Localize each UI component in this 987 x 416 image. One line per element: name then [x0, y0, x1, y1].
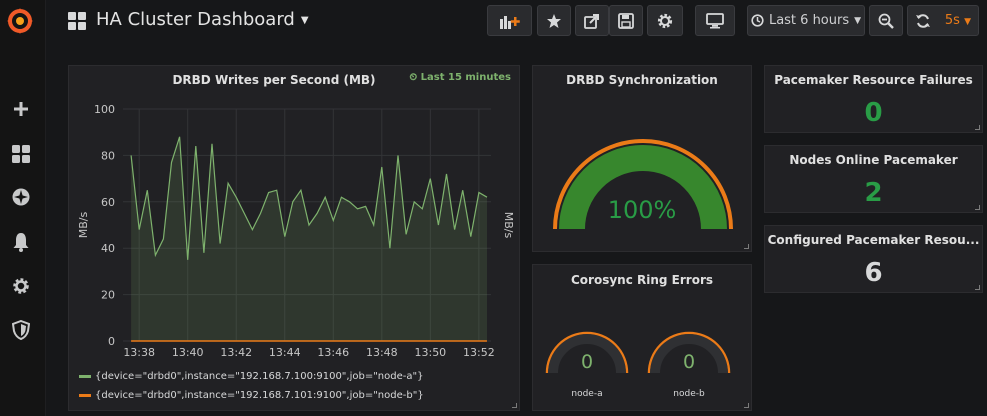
panel-title[interactable]: DRBD Synchronization [533, 73, 751, 87]
y-tick-label: 40 [101, 242, 115, 255]
gear-icon[interactable] [8, 273, 34, 299]
compass-icon[interactable] [8, 184, 34, 210]
dashboard-title-text: HA Cluster Dashboard [96, 9, 295, 30]
panel-title[interactable]: Nodes Online Pacemaker [765, 153, 982, 167]
x-tick-label: 13:52 [463, 346, 495, 359]
grafana-logo[interactable] [5, 6, 35, 36]
y-tick-label: 80 [101, 149, 115, 162]
resize-handle[interactable] [975, 285, 980, 290]
x-tick-label: 13:38 [123, 346, 155, 359]
bell-icon[interactable] [8, 229, 34, 255]
clock-icon [751, 14, 764, 27]
settings-icon [656, 12, 674, 30]
x-tick-label: 13:42 [220, 346, 252, 359]
zoom-out-icon [878, 13, 894, 29]
configured-resources-panel: Configured Pacemaker Resou... 6 [764, 225, 983, 293]
y-tick-label: 60 [101, 196, 115, 209]
x-tick-label: 13:40 [172, 346, 204, 359]
corosync-panel: Corosync Ring Errors 0 0 node-a node-b [532, 264, 752, 411]
panel-title[interactable]: Pacemaker Resource Failures [765, 73, 982, 87]
drbd-sync-panel: DRBD Synchronization 100% [532, 65, 752, 252]
x-tick-label: 13:44 [269, 346, 301, 359]
x-tick-label: 13:46 [317, 346, 349, 359]
refresh-button[interactable]: 5s ▼ [907, 5, 979, 36]
plus-icon[interactable] [8, 96, 34, 122]
panel-title[interactable]: Configured Pacemaker Resou... [765, 233, 982, 247]
x-tick-label: 13:50 [414, 346, 446, 359]
add-panel-icon [499, 13, 520, 29]
y-axis-label-right: MB/s [502, 212, 515, 239]
star-icon [546, 13, 562, 29]
legend-item-node-a[interactable]: {device="drbd0",instance="192.168.7.100:… [79, 371, 423, 382]
legend-label: {device="drbd0",instance="192.168.7.100:… [95, 371, 424, 382]
tv-mode-button[interactable] [695, 5, 735, 36]
legend-label: {device="drbd0",instance="192.168.7.101:… [95, 390, 424, 401]
chevron-down-icon: ▼ [854, 15, 862, 26]
resize-handle[interactable] [744, 244, 749, 249]
refresh-icon [915, 13, 931, 29]
graph-area[interactable]: 0 20 40 60 80 100 13:38 13:40 13:42 13:44 13:46 13:… [69, 96, 521, 396]
y-tick-label: 100 [94, 103, 115, 116]
y-tick-label: 0 [108, 335, 115, 348]
node-a-label: node-a [571, 389, 603, 399]
time-range-picker[interactable]: Last 6 hours ▼ [747, 5, 865, 36]
stat-value: 2 [864, 178, 883, 208]
resize-handle[interactable] [512, 403, 517, 408]
tv-icon [706, 12, 724, 29]
sidebar [0, 0, 46, 416]
stat-value: 6 [864, 258, 883, 288]
node-a-value: 0 [580, 351, 594, 373]
clock-icon: ⏲ [409, 72, 418, 83]
share-button[interactable] [575, 5, 609, 36]
resource-failures-panel: Pacemaker Resource Failures 0 [764, 65, 983, 133]
dashboard-title[interactable]: HA Cluster Dashboard ▼ [96, 9, 309, 30]
shield-icon[interactable] [8, 317, 34, 343]
x-tick-label: 13:48 [366, 346, 398, 359]
node-b-label: node-b [673, 389, 705, 399]
dashboard-grid-icon [68, 12, 86, 30]
legend-item-node-b[interactable]: {device="drbd0",instance="192.168.7.101:… [79, 390, 424, 401]
share-icon [584, 13, 600, 29]
series-node-a-area [131, 136, 487, 341]
save-icon [618, 12, 634, 29]
add-panel-button[interactable] [487, 5, 532, 36]
y-tick-label: 20 [101, 289, 115, 302]
sync-gauge [553, 139, 733, 230]
save-button[interactable] [609, 5, 643, 36]
nodes-online-panel: Nodes Online Pacemaker 2 [764, 145, 983, 213]
settings-button[interactable] [647, 5, 683, 36]
node-b-value: 0 [682, 351, 696, 373]
time-info: ⏲ Last 15 minutes [409, 72, 511, 83]
legend-swatch [79, 393, 91, 397]
dashboards-icon[interactable] [8, 141, 34, 167]
resize-handle[interactable] [975, 125, 980, 130]
drbd-writes-panel: DRBD Writes per Second (MB) ⏲ Last 15 mi… [68, 65, 520, 411]
sync-value: 100% [607, 196, 677, 224]
resize-handle[interactable] [744, 403, 749, 408]
time-info-text: Last 15 minutes [420, 72, 511, 83]
refresh-interval[interactable]: 5s ▼ [945, 13, 971, 28]
resize-handle[interactable] [975, 205, 980, 210]
chevron-down-icon: ▼ [964, 17, 972, 27]
refresh-interval-label: 5s [944, 13, 960, 28]
time-range-label: Last 6 hours [768, 13, 850, 28]
panel-title[interactable]: Corosync Ring Errors [533, 273, 751, 287]
stat-value: 0 [864, 98, 883, 128]
y-axis-label-left: MB/s [77, 211, 90, 238]
chevron-down-icon: ▼ [300, 14, 309, 26]
star-button[interactable] [537, 5, 571, 36]
zoom-out-button[interactable] [869, 5, 903, 36]
legend-swatch [79, 374, 91, 378]
